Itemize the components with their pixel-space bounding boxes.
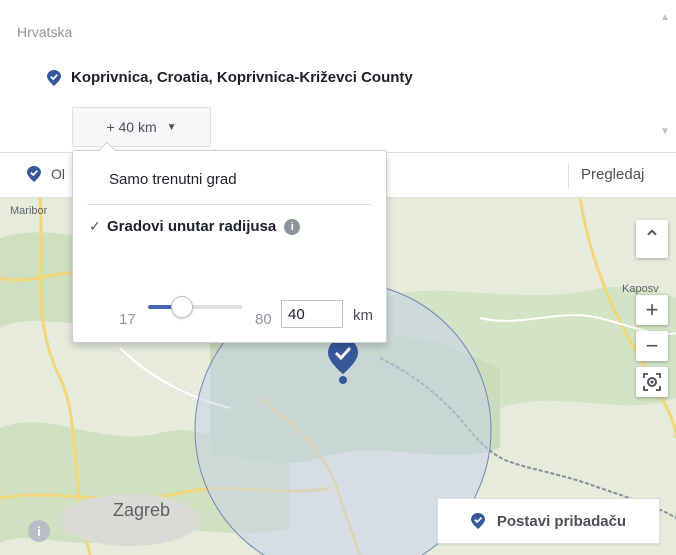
- slider-thumb[interactable]: [171, 296, 194, 318]
- location-name: Koprivnica, Croatia, Koprivnica-Križevci…: [71, 69, 413, 86]
- zoom-in-button[interactable]: +: [636, 295, 668, 325]
- drop-pin-label: Postavi pribadaču: [496, 512, 627, 530]
- radius-input[interactable]: [281, 300, 343, 328]
- plus-icon: +: [645, 297, 659, 322]
- option-radius-label: Gradovi unutar radijusa: [107, 218, 277, 235]
- map-info-icon[interactable]: i: [28, 520, 50, 542]
- scroll-down-icon[interactable]: ▼: [660, 126, 670, 137]
- location-pin-icon: [470, 513, 485, 529]
- country-label: Hrvatska: [17, 24, 73, 40]
- chevron-up-icon: ⌃: [642, 226, 662, 251]
- map-label-maribor: Maribor: [10, 205, 48, 217]
- current-location-button[interactable]: [636, 367, 668, 397]
- browse-link[interactable]: Pregledaj: [581, 166, 644, 183]
- radius-button-label: + 40 km: [106, 119, 157, 135]
- collapse-map-button[interactable]: ⌃: [636, 220, 668, 258]
- toolbar-location-text: Ol: [51, 166, 65, 182]
- zoom-out-button[interactable]: −: [636, 331, 668, 361]
- radius-unit-label: km: [353, 307, 373, 324]
- map-label-kaposvar: Kaposv: [622, 283, 659, 295]
- map-label-zagreb: Zagreb: [113, 500, 171, 520]
- info-icon[interactable]: i: [284, 218, 301, 235]
- selected-location[interactable]: Koprivnica, Croatia, Koprivnica-Križevci…: [47, 69, 413, 86]
- minus-icon: −: [645, 333, 659, 358]
- location-pin-icon: [47, 69, 61, 86]
- radius-slider[interactable]: [148, 296, 242, 318]
- locate-icon: [643, 373, 661, 391]
- radius-dropdown: Samo trenutni grad ✓ Gradovi unutar radi…: [72, 141, 387, 343]
- option-cities-within-radius[interactable]: ✓ Gradovi unutar radijusa i: [89, 218, 301, 235]
- scroll-up-icon[interactable]: ▲: [660, 12, 670, 23]
- drop-pin-button[interactable]: Postavi pribadaču: [437, 498, 660, 544]
- radius-button[interactable]: + 40 km ▼: [72, 107, 211, 147]
- location-pin-icon: [27, 166, 41, 182]
- caret-down-icon: ▼: [166, 121, 177, 133]
- checkmark-icon: ✓: [89, 218, 101, 234]
- slider-min-label: 17: [119, 311, 136, 328]
- map-marker-icon[interactable]: [328, 338, 358, 384]
- dropdown-divider: [87, 204, 372, 205]
- slider-max-label: 80: [255, 311, 272, 328]
- location-panel: Hrvatska Koprivnica, Croatia, Koprivnica…: [0, 0, 676, 152]
- option-current-city-only[interactable]: Samo trenutni grad: [109, 171, 237, 188]
- toolbar-divider: [568, 163, 569, 189]
